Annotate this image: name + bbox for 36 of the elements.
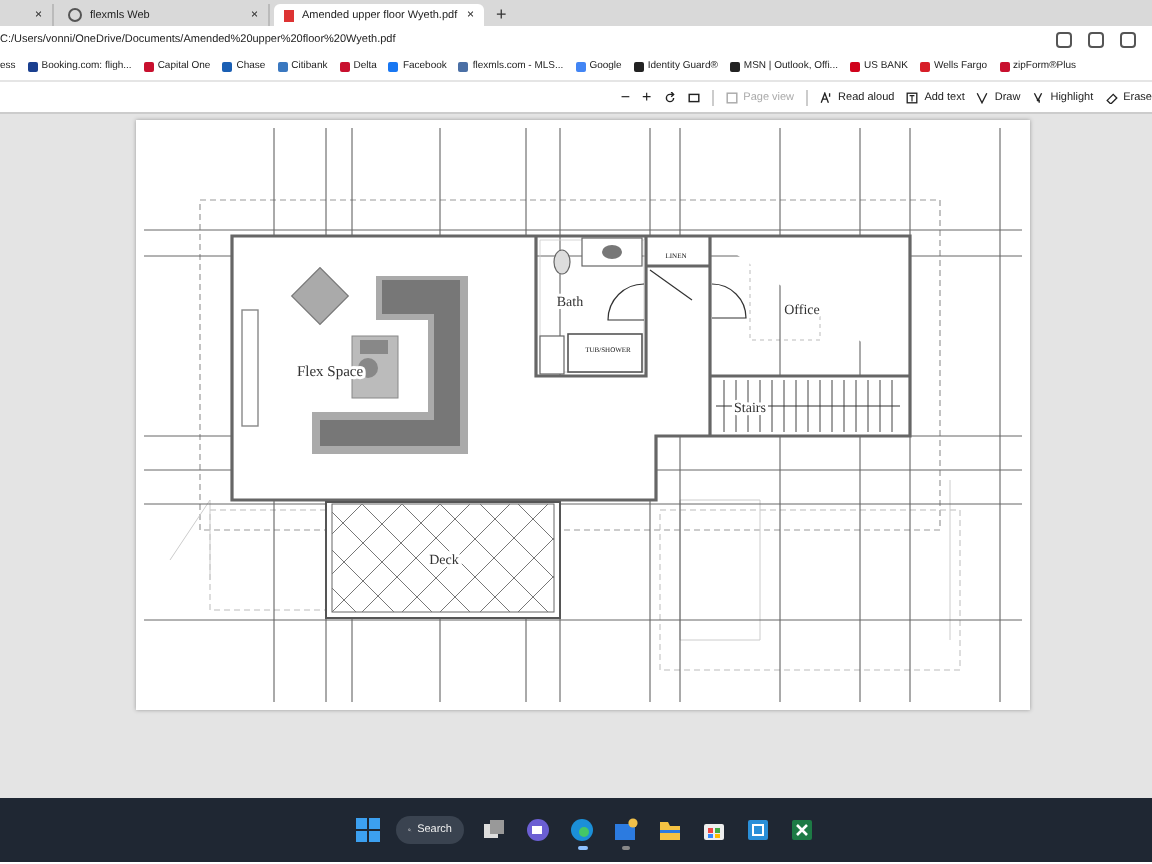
fit-page-icon — [687, 91, 700, 103]
text-box-icon — [906, 91, 919, 103]
taskbar-app-button[interactable] — [788, 814, 816, 846]
read-aloud-icon — [820, 91, 833, 103]
mail-icon — [614, 818, 638, 842]
rotate-button[interactable] — [663, 91, 676, 103]
door-swing-drawing — [607, 269, 747, 321]
zoom-out-button[interactable]: − — [620, 88, 630, 106]
fit-page-button[interactable] — [687, 91, 700, 103]
zoom-in-button[interactable]: + — [641, 88, 652, 106]
taskbar-app-button[interactable] — [612, 814, 640, 846]
favorites-icon[interactable] — [1056, 31, 1072, 47]
bath-fixtures-drawing — [539, 237, 645, 375]
new-tab-button[interactable]: + — [488, 4, 515, 26]
windows-start-icon[interactable] — [356, 818, 380, 842]
highlighter-icon — [1032, 91, 1045, 103]
app-icon — [746, 818, 770, 842]
browser-icon — [570, 818, 594, 842]
task-view-icon — [482, 818, 506, 842]
folder-icon — [658, 818, 682, 842]
page-view-icon — [725, 91, 738, 103]
running-indicator — [622, 846, 630, 850]
eraser-icon — [1105, 91, 1118, 103]
bookshelf-drawing — [241, 309, 259, 427]
taskbar-app-button[interactable] — [524, 814, 552, 846]
extensions-icon[interactable] — [1088, 31, 1104, 47]
pen-icon — [976, 91, 989, 103]
globe-icon — [68, 8, 82, 22]
chat-icon — [526, 818, 550, 842]
collections-icon[interactable] — [1120, 31, 1136, 47]
taskbar-app-button[interactable] — [568, 814, 596, 846]
running-indicator — [578, 846, 588, 850]
rotate-icon — [663, 91, 676, 103]
pdf-icon — [284, 9, 294, 21]
spreadsheet-icon — [790, 818, 814, 842]
taskbar-app-button[interactable] — [744, 814, 772, 846]
